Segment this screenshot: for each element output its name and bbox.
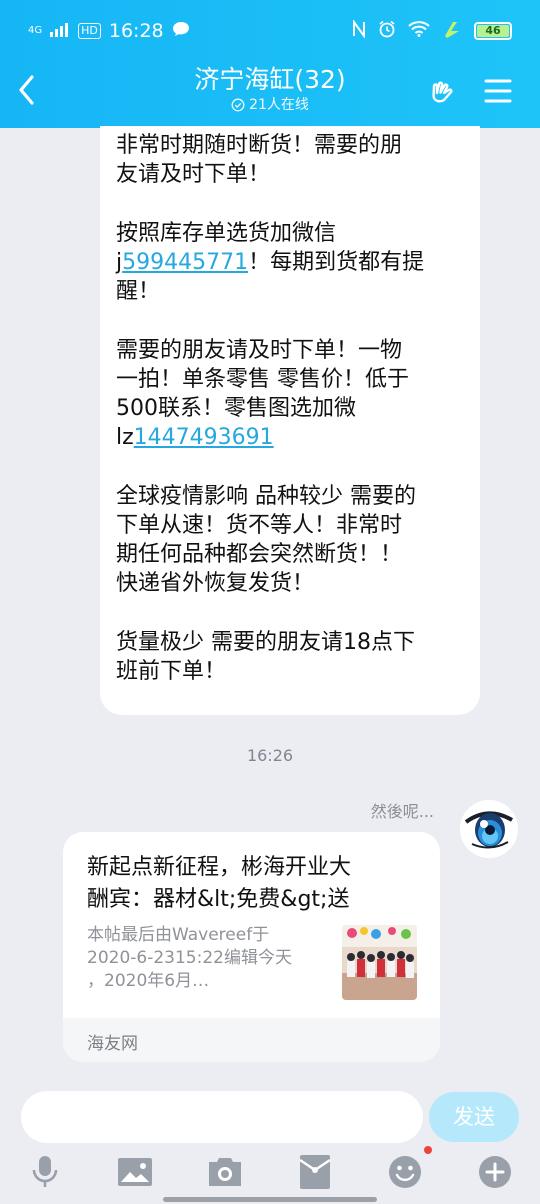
- message-line: 按照库存单选货加微信: [116, 221, 337, 246]
- menu-button[interactable]: [484, 78, 512, 104]
- wifi-icon: [408, 20, 430, 42]
- battery-icon: 46: [474, 22, 512, 40]
- card-source: 海友网: [87, 1034, 138, 1054]
- hamburger-icon: [484, 79, 512, 103]
- alarm-icon: [378, 20, 396, 43]
- line-prefix: lz: [116, 425, 134, 450]
- hand-gesture-icon: [432, 81, 453, 103]
- message-line: 需要的朋友请及时下单！一物: [116, 338, 403, 363]
- more-button[interactable]: [475, 1152, 515, 1192]
- nfc-icon: [352, 18, 366, 43]
- message-line: 500联系！零售图选加微: [116, 396, 356, 421]
- battery-level: 46: [477, 25, 509, 37]
- message-line: 期任何品种都会突然断货！！: [116, 542, 403, 567]
- online-count-text: 21人在线: [249, 97, 309, 113]
- group-photo-thumbnail-icon: [342, 925, 417, 1000]
- card-title-line: 酬宾：器材&lt;免费&gt;送: [87, 887, 350, 912]
- photo-button[interactable]: [115, 1152, 155, 1192]
- sender-avatar[interactable]: [460, 800, 518, 858]
- chat-header: 4G HD 16:28 46 济宁海缸(32) 21人在线: [0, 0, 540, 128]
- card-title: 新起点新征程，彬海开业大 酬宾：器材&lt;免费&gt;送: [87, 852, 417, 916]
- line-suffix: ！每期到货都有提: [248, 250, 425, 275]
- home-indicator[interactable]: [163, 1197, 377, 1202]
- status-time: 16:28: [108, 20, 164, 42]
- status-bar: 4G HD 16:28 46: [28, 16, 512, 46]
- charging-icon: [442, 20, 462, 43]
- group-app-button[interactable]: [428, 74, 460, 106]
- mic-icon: [32, 1156, 58, 1187]
- card-description: 本帖最后由Wavereef于 2020-6-2315:22编辑今天 ，2020年…: [87, 924, 317, 993]
- network-type: 4G: [28, 25, 43, 36]
- emoji-button[interactable]: [385, 1146, 432, 1192]
- emoji-new-badge: [424, 1146, 432, 1154]
- message-bubble[interactable]: 非常时期随时断货！需要的朋 友请及时下单！ 按照库存单选货加微信 j599445…: [100, 126, 480, 715]
- card-title-line: 新起点新征程，彬海开业大: [87, 855, 352, 880]
- card-desc-line: 本帖最后由Wavereef于: [87, 925, 270, 945]
- message-line: 非常时期随时断货！需要的朋: [116, 133, 403, 158]
- message-text: 非常时期随时断货！需要的朋 友请及时下单！ 按照库存单选货加微信 j599445…: [116, 126, 476, 686]
- message-line: j599445771！每期到货都有提: [116, 248, 476, 277]
- plus-icon: [479, 1156, 511, 1188]
- emoji-icon: [389, 1156, 421, 1188]
- message-input[interactable]: [21, 1091, 423, 1143]
- signal-icon: [50, 20, 70, 42]
- send-button[interactable]: 发送: [429, 1092, 519, 1142]
- chat-bubble-icon: [172, 20, 190, 42]
- wechat-id-link[interactable]: 599445771: [122, 250, 248, 275]
- hd-badge: HD: [78, 23, 101, 39]
- message-line: 下单从速！货不等人！非常时: [116, 513, 403, 538]
- card-thumbnail: [342, 925, 417, 1000]
- image-icon: [118, 1158, 152, 1186]
- message-line: 友请及时下单！: [116, 162, 271, 187]
- message-line: 班前下单！: [116, 659, 227, 684]
- shared-link-card[interactable]: 新起点新征程，彬海开业大 酬宾：器材&lt;免费&gt;送 本帖最后由Waver…: [63, 832, 440, 1062]
- message-line: lz1447493691: [116, 423, 476, 452]
- check-circle-icon: [231, 98, 245, 112]
- message-line: 一拍！单条零售 零售价！低于: [116, 367, 409, 392]
- message-line: 货量极少 需要的朋友请18点下: [116, 630, 415, 655]
- phone-link[interactable]: 1447493691: [134, 425, 274, 450]
- card-desc-line: ，2020年6月…: [87, 971, 210, 991]
- camera-button[interactable]: [205, 1152, 245, 1192]
- red-packet-button[interactable]: [295, 1152, 335, 1192]
- message-line: 全球疫情影响 品种较少 需要的: [116, 484, 416, 509]
- red-packet-icon: [299, 1155, 331, 1189]
- voice-button[interactable]: [25, 1152, 65, 1192]
- message-line: 快递省外恢复发货！: [116, 571, 315, 596]
- card-desc-line: 2020-6-2315:22编辑今天: [87, 948, 292, 968]
- sender-nickname: 然後呢...: [370, 802, 434, 821]
- message-line: 醒！: [116, 279, 161, 304]
- camera-icon: [209, 1158, 241, 1186]
- anime-eye-avatar-icon: [460, 800, 518, 858]
- message-timestamp: 16:26: [246, 746, 294, 765]
- input-toolbar: [0, 1146, 540, 1196]
